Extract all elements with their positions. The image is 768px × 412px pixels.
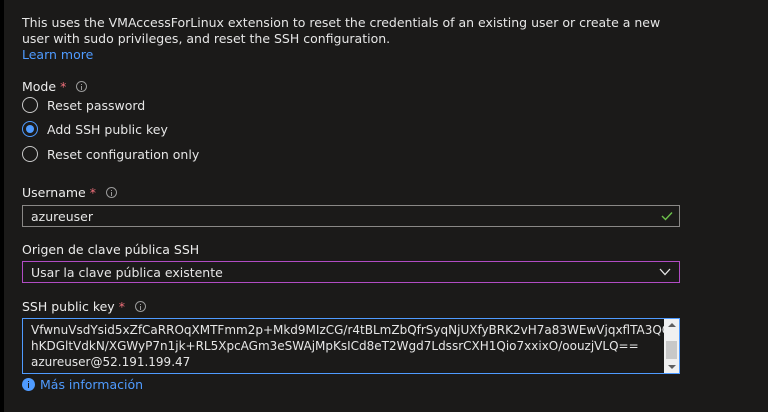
radio-button[interactable] xyxy=(22,146,38,162)
mode-label-text: Mode xyxy=(22,79,57,94)
info-icon[interactable] xyxy=(76,81,88,92)
scroll-up-icon[interactable] xyxy=(668,323,676,327)
scrollbar-thumb[interactable] xyxy=(666,341,677,359)
radio-label: Add SSH public key xyxy=(47,121,168,137)
ssh-key-line: hKDGltVdkN/XGWyP7n1jk+RL5XpcAGm3eSWAjMpK… xyxy=(31,339,639,353)
ssh-public-key-label-text: SSH public key xyxy=(22,299,115,314)
info-icon[interactable] xyxy=(134,301,146,312)
required-marker: * xyxy=(60,79,67,94)
ssh-source-selected-value: Usar la clave pública existente xyxy=(31,265,223,280)
radio-button[interactable] xyxy=(22,97,38,113)
required-marker: * xyxy=(89,185,96,200)
more-info-link[interactable]: Más información xyxy=(22,377,143,392)
description-text: This uses the VMAccessForLinux extension… xyxy=(22,15,661,46)
learn-more-link[interactable]: Learn more xyxy=(22,47,93,62)
ssh-source-label-text: Origen de clave pública SSH xyxy=(22,242,200,257)
radio-button-selected[interactable] xyxy=(22,121,38,137)
ssh-key-line: azureuser@52.191.199.47 xyxy=(31,355,191,369)
username-value: azureuser xyxy=(31,209,93,224)
radio-label: Reset password xyxy=(47,97,146,113)
scroll-down-icon[interactable] xyxy=(668,365,676,369)
required-marker: * xyxy=(118,299,125,314)
radio-reset-password[interactable]: Reset password xyxy=(22,97,145,113)
ssh-public-key-label: SSH public key * xyxy=(22,299,146,314)
more-info-text: Más información xyxy=(40,377,144,392)
left-edge-bar xyxy=(0,0,4,412)
ssh-public-key-textarea[interactable]: VfwnuVsdYsid5xZfCaRROqXMTFmm2p+Mkd9MIzCG… xyxy=(22,318,680,374)
checkmark-icon xyxy=(661,212,673,221)
info-icon xyxy=(22,378,35,391)
username-input[interactable]: azureuser xyxy=(22,205,680,227)
info-icon[interactable] xyxy=(105,187,117,198)
ssh-source-label: Origen de clave pública SSH xyxy=(22,242,199,257)
radio-reset-configuration-only[interactable]: Reset configuration only xyxy=(22,146,199,162)
username-label-text: Username xyxy=(22,185,86,200)
radio-add-ssh-public-key[interactable]: Add SSH public key xyxy=(22,121,168,137)
username-label: Username * xyxy=(22,185,117,200)
ssh-source-dropdown[interactable]: Usar la clave pública existente xyxy=(22,261,680,283)
chevron-down-icon xyxy=(659,268,671,276)
textarea-scrollbar[interactable] xyxy=(664,319,679,373)
ssh-key-line: VfwnuVsdYsid5xZfCaRROqXMTFmm2p+Mkd9MIzCG… xyxy=(31,323,680,337)
mode-label: Mode * xyxy=(22,79,88,94)
radio-label: Reset configuration only xyxy=(47,146,200,162)
